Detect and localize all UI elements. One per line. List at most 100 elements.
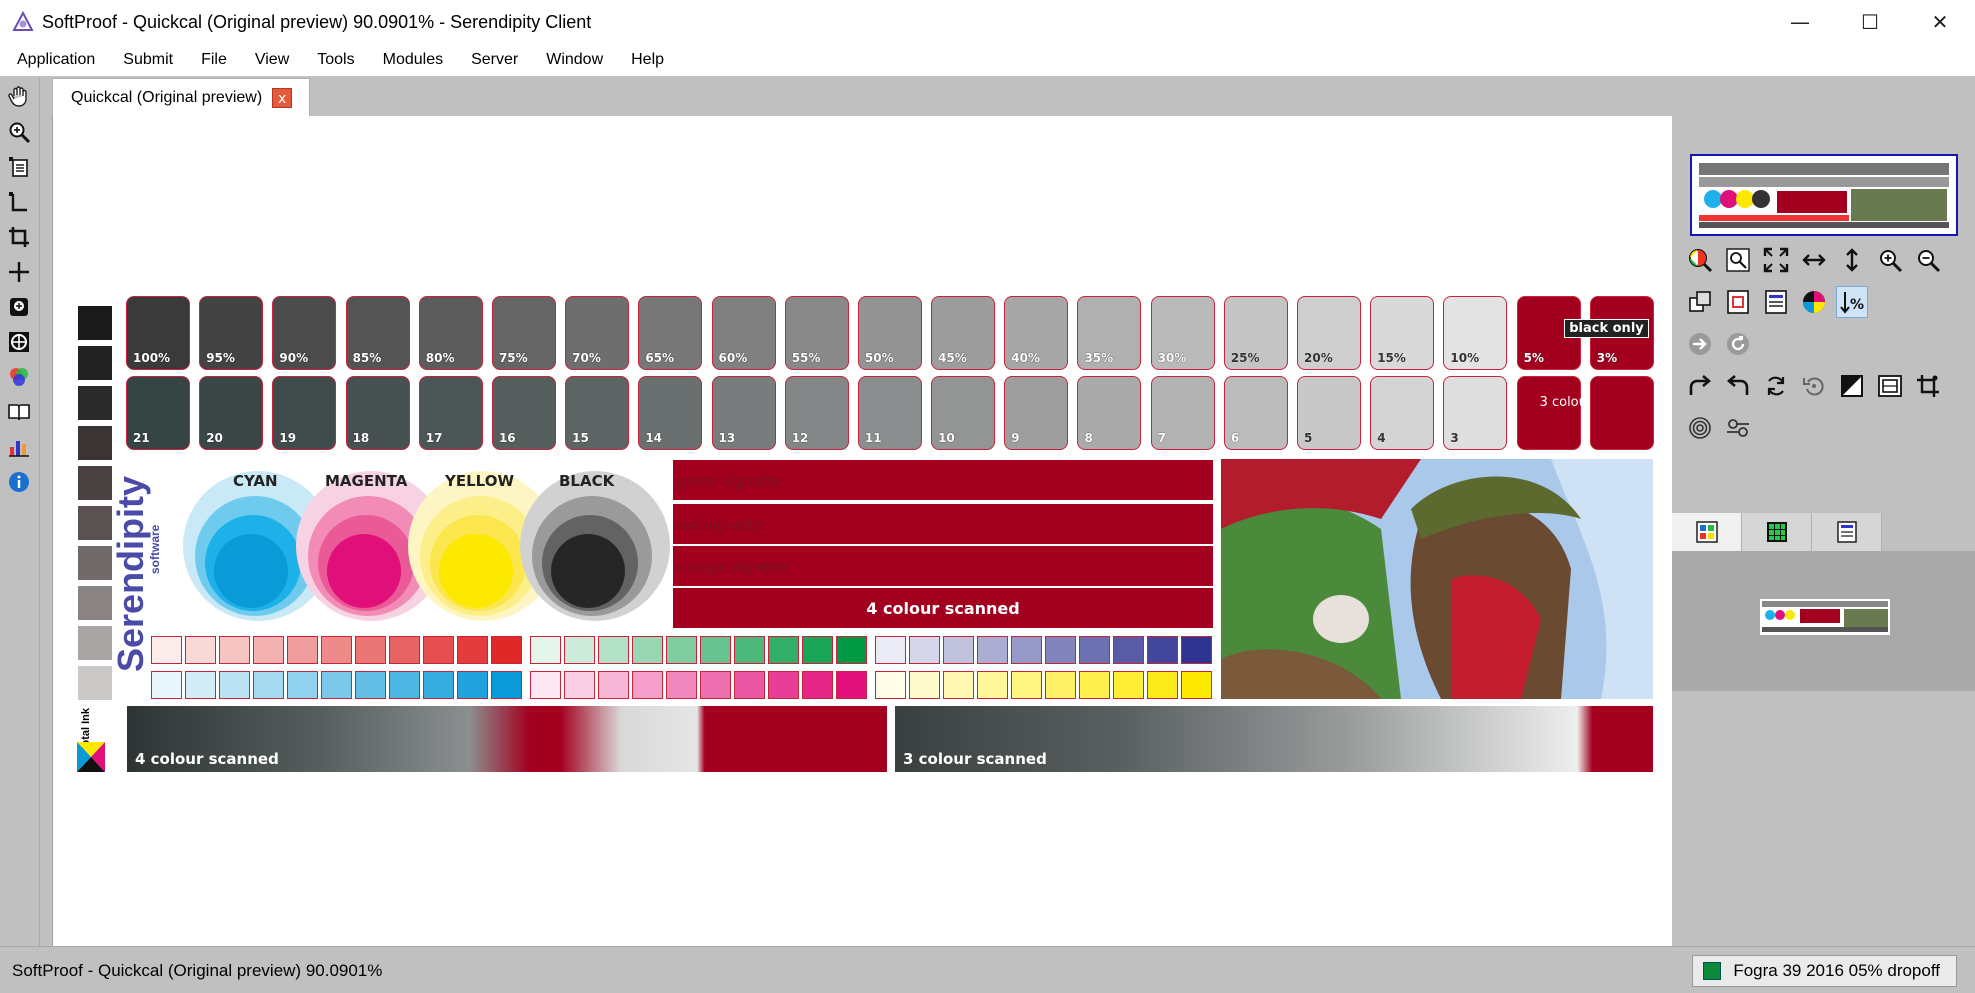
tab-list[interactable] — [1812, 513, 1882, 551]
blue-tint-9 — [1181, 636, 1212, 664]
fit-width-icon[interactable] — [1798, 244, 1830, 276]
fit-icon[interactable] — [1760, 244, 1792, 276]
undo-icon[interactable] — [1722, 370, 1754, 402]
menu-help[interactable]: Help — [620, 51, 675, 69]
target-icon[interactable] — [2, 326, 36, 358]
cyan-tint-3 — [253, 671, 284, 699]
menu-server[interactable]: Server — [460, 51, 529, 69]
page-list-icon[interactable] — [2, 151, 36, 183]
book-icon[interactable] — [2, 396, 36, 428]
patch-percent-label: 80% — [425, 351, 455, 365]
window-title: SoftProof - Quickcal (Original preview) … — [42, 11, 592, 32]
tab-grid[interactable] — [1672, 513, 1742, 551]
color-picker-icon[interactable] — [1684, 244, 1716, 276]
patch-step-label: 18 — [352, 431, 370, 445]
close-button[interactable]: ✕ — [1905, 0, 1975, 44]
patch-step-12: 9 — [1004, 376, 1069, 450]
profile-indicator[interactable]: Fogra 39 2016 05% dropoff — [1692, 955, 1957, 987]
crop-icon[interactable] — [2, 221, 36, 253]
crop-tool-icon[interactable] — [1912, 370, 1944, 402]
zoom-in-icon[interactable] — [1874, 244, 1906, 276]
redo-icon[interactable] — [1684, 370, 1716, 402]
ramp-3-colour-label: 3 colour scanned — [903, 750, 1047, 768]
patch-percent-label: 30% — [1157, 351, 1187, 365]
preview-canvas[interactable]: 100% 95% 90% 85% 80% 75% 70% 65% 60% 55% 50% 45% 40%… — [52, 116, 1672, 946]
list-icon[interactable] — [1760, 286, 1792, 318]
patch-step-label: 3 — [1450, 431, 1459, 445]
sliders-icon[interactable] — [1722, 412, 1754, 444]
title-bar: SoftProof - Quickcal (Original preview) … — [0, 0, 1975, 44]
patch-step-15: 6 — [1223, 376, 1288, 450]
patch-percent-5: 75% — [491, 296, 556, 370]
zoom-out-icon[interactable] — [1912, 244, 1944, 276]
chart-icon[interactable] — [2, 431, 36, 463]
overlay-icon[interactable] — [1684, 286, 1716, 318]
crosshair-icon[interactable] — [2, 256, 36, 288]
tab-quickcal[interactable]: Quickcal (Original preview) x — [52, 78, 310, 116]
yellow-tint-9 — [1181, 671, 1212, 699]
right-panel: % — [1672, 116, 1975, 946]
colors-icon[interactable] — [1798, 286, 1830, 318]
red-tint-0 — [151, 636, 182, 664]
info-icon[interactable] — [2, 466, 36, 498]
patch-percent-18: 10% — [1443, 296, 1508, 370]
overlay-tools-row: % — [1684, 286, 1874, 318]
menu-modules[interactable]: Modules — [372, 51, 454, 69]
maximize-button[interactable]: ☐ — [1835, 0, 1905, 44]
contrast-icon[interactable] — [1836, 370, 1868, 402]
patch-percent-label: 5% — [1523, 351, 1544, 365]
patch-step-4: 17 — [418, 376, 483, 450]
refresh-icon[interactable] — [1722, 328, 1754, 360]
magenta-tint-2 — [598, 671, 629, 699]
circle-label-magenta: MAGENTA — [325, 472, 408, 490]
swatches-tab-icon — [1766, 522, 1787, 542]
cyan-tint-5 — [321, 671, 352, 699]
vignette-green: green vignette — [673, 460, 1213, 500]
patch-percent-label: 10% — [1450, 351, 1480, 365]
reset-icon[interactable] — [1798, 370, 1830, 402]
color-wheel-icon[interactable] — [2, 361, 36, 393]
menu-view[interactable]: View — [244, 51, 300, 69]
tab-swatches[interactable] — [1742, 513, 1812, 551]
menu-application[interactable]: Application — [6, 51, 106, 69]
menu-submit[interactable]: Submit — [112, 51, 184, 69]
red-tint-7 — [389, 636, 420, 664]
vignette-red: red vignette — [673, 504, 1213, 544]
yellow-tint-6 — [1079, 671, 1110, 699]
blue-tint-8 — [1147, 636, 1178, 664]
frame-icon[interactable] — [1874, 370, 1906, 402]
red-tint-1 — [185, 636, 216, 664]
page-thumbnail[interactable] — [1760, 599, 1890, 635]
patch-step-7: 14 — [638, 376, 703, 450]
tab-close-icon[interactable]: x — [272, 87, 293, 108]
rotate-icon[interactable] — [1760, 370, 1792, 402]
magenta-tint-0 — [530, 671, 561, 699]
patch-step-11: 10 — [931, 376, 996, 450]
hand-pan-icon[interactable] — [2, 81, 36, 113]
percent-icon[interactable]: % — [1836, 286, 1868, 318]
forward-icon[interactable] — [1684, 328, 1716, 360]
fit-height-icon[interactable] — [1836, 244, 1868, 276]
zoom-box-icon[interactable] — [1722, 244, 1754, 276]
ramp-4-colour: 4 colour scanned — [127, 706, 887, 772]
menu-file[interactable]: File — [190, 51, 238, 69]
red-tint-8 — [423, 636, 454, 664]
patch-step-label: 16 — [498, 431, 516, 445]
zoom-icon[interactable] — [2, 116, 36, 148]
menu-tools[interactable]: Tools — [306, 51, 365, 69]
navigator-thumbnail[interactable] — [1690, 154, 1958, 236]
patch-percent-label: 70% — [572, 351, 601, 365]
page-icon[interactable] — [1722, 286, 1754, 318]
minimize-button[interactable]: — — [1765, 0, 1835, 44]
yellow-tint-1 — [909, 671, 940, 699]
green-tint-2 — [598, 636, 629, 664]
spiral-icon[interactable] — [1684, 412, 1716, 444]
patch-percent-label: 65% — [645, 351, 675, 365]
menu-window[interactable]: Window — [535, 51, 614, 69]
patch-percent-20: 3% black only — [1564, 296, 1654, 370]
patch-step-6: 15 — [565, 376, 630, 450]
cyan-tint-strip — [151, 671, 525, 699]
patch-step-label: 17 — [425, 431, 443, 445]
mask-icon[interactable] — [2, 291, 36, 323]
ruler-icon[interactable] — [2, 186, 36, 218]
